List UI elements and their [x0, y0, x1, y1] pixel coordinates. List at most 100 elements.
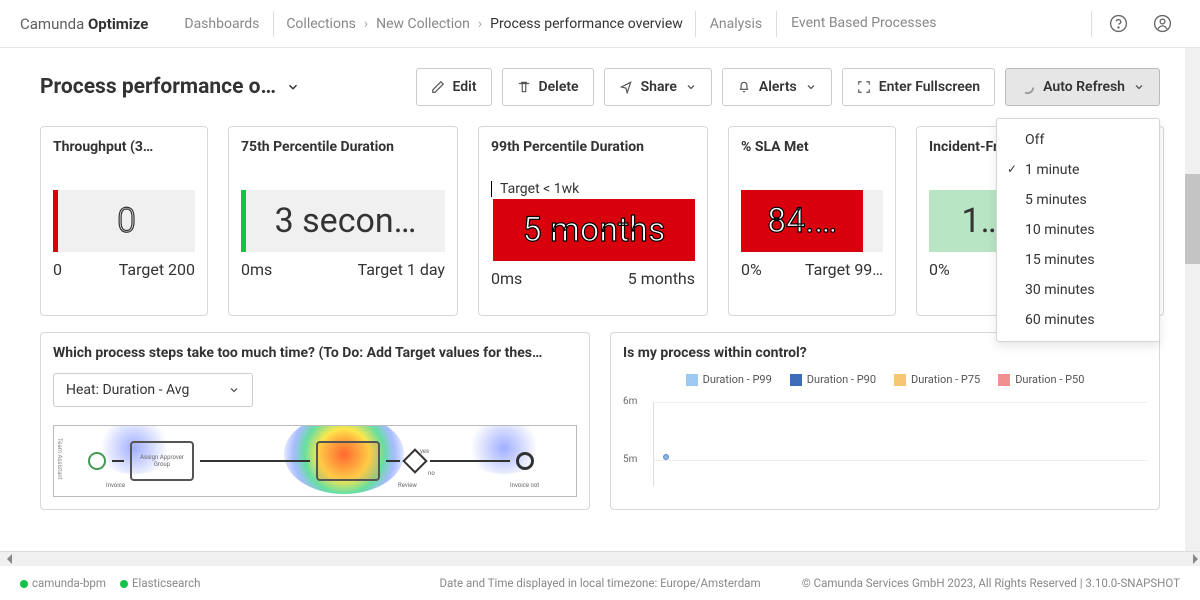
- chevron-down-icon: [228, 384, 240, 396]
- data-point: [663, 454, 669, 460]
- breadcrumb-root[interactable]: Collections: [286, 16, 356, 32]
- vertical-scrollbar[interactable]: [1185, 48, 1200, 551]
- nav-dashboards[interactable]: Dashboards: [170, 0, 273, 47]
- heatmap-panel[interactable]: Which process steps take too much time? …: [40, 332, 590, 510]
- trash-icon: [517, 80, 531, 94]
- chevron-right-icon: ›: [478, 16, 482, 32]
- panels-row: Which process steps take too much time? …: [40, 332, 1160, 510]
- dashboard-title-row[interactable]: Process performance o…: [40, 75, 406, 99]
- copyright-label: © Camunda Services GmbH 2023, All Rights…: [802, 576, 1180, 590]
- process-heatmap[interactable]: Team Assistant Invoice Assign Approver G…: [53, 425, 577, 497]
- kpi-bar: 5 months: [491, 199, 695, 261]
- kpi-range-right: Target 1 day: [358, 260, 445, 279]
- kpi-value: 5 months: [523, 210, 666, 250]
- nav-separator: [1091, 11, 1092, 37]
- kpi-cards-row: Throughput (3… 0 0 Target 200 75th Percen…: [40, 126, 1160, 316]
- refresh-option-10m[interactable]: 10 minutes: [997, 215, 1159, 245]
- status-bar: camunda-bpm Elasticsearch Date and Time …: [0, 566, 1200, 600]
- chevron-right-icon: ›: [364, 16, 368, 32]
- breadcrumb-current: Process performance overview: [490, 16, 683, 32]
- kpi-range-left: 0%: [741, 260, 762, 279]
- refresh-option-1m[interactable]: 1 minute: [997, 155, 1159, 185]
- logo: Camunda Optimize: [20, 15, 148, 33]
- y-tick: 6m: [623, 396, 637, 407]
- chevron-down-icon: [286, 80, 300, 94]
- legend-item: Duration - P90: [790, 373, 876, 386]
- kpi-card-p99[interactable]: 99th Percentile Duration Target < 1wk 5 …: [478, 126, 708, 316]
- chart-area: 6m 5m: [623, 396, 1147, 486]
- kpi-title: 99th Percentile Duration: [491, 139, 695, 155]
- top-nav: Dashboards Collections › New Collection …: [170, 0, 1091, 47]
- breadcrumb: Collections › New Collection › Process p…: [274, 16, 694, 32]
- refresh-option-60m[interactable]: 60 minutes: [997, 305, 1159, 335]
- status-elasticsearch: Elasticsearch: [120, 576, 201, 590]
- edit-button[interactable]: Edit: [416, 68, 492, 106]
- status-camunda: camunda-bpm: [20, 576, 106, 590]
- nav-analysis[interactable]: Analysis: [696, 0, 776, 47]
- auto-refresh-button[interactable]: Auto Refresh: [1005, 68, 1160, 106]
- timezone-label: Date and Time displayed in local timezon…: [439, 576, 760, 590]
- scrollbar-thumb[interactable]: [1185, 174, 1200, 264]
- end-event-icon: [516, 452, 534, 470]
- panel-title: Which process steps take too much time? …: [53, 345, 577, 361]
- lane-label: Team Assistant: [56, 438, 63, 480]
- kpi-range-right: Target 99…: [805, 260, 883, 279]
- pencil-icon: [431, 80, 445, 94]
- delete-button[interactable]: Delete: [502, 68, 594, 106]
- kpi-bar: 0: [53, 190, 195, 252]
- page-toolbar: Process performance o… Edit Delete Share…: [0, 48, 1200, 126]
- fullscreen-button[interactable]: Enter Fullscreen: [842, 68, 995, 106]
- spinner-icon: [1020, 80, 1035, 95]
- swatch: [894, 374, 906, 386]
- refresh-option-15m[interactable]: 15 minutes: [997, 245, 1159, 275]
- alerts-button[interactable]: Alerts: [722, 68, 832, 106]
- legend-item: Duration - P99: [686, 373, 772, 386]
- kpi-value: 0: [117, 201, 136, 241]
- kpi-title: % SLA Met: [741, 139, 883, 155]
- kpi-target-label: Target < 1wk: [491, 181, 695, 197]
- kpi-range-left: 0%: [929, 260, 950, 279]
- chevron-down-icon: [805, 81, 817, 93]
- kpi-bar: 84.…: [741, 190, 883, 252]
- task-node: [316, 441, 380, 481]
- bell-icon: [737, 80, 751, 94]
- horizontal-scrollbar[interactable]: [0, 551, 1200, 566]
- control-chart-panel[interactable]: Is my process within control? Duration -…: [610, 332, 1160, 510]
- status-dot-icon: [20, 580, 28, 588]
- dashboard-title: Process performance o…: [40, 75, 276, 99]
- kpi-range-right: Target 200: [119, 260, 195, 279]
- legend-item: Duration - P50: [998, 373, 1084, 386]
- start-event-icon: [88, 452, 106, 470]
- kpi-card-throughput[interactable]: Throughput (3… 0 0 Target 200: [40, 126, 208, 316]
- y-tick: 5m: [623, 454, 637, 465]
- share-icon: [619, 80, 633, 94]
- heatmap-metric-select[interactable]: Heat: Duration - Avg: [53, 373, 253, 407]
- kpi-range-left: 0ms: [491, 269, 522, 288]
- user-icon[interactable]: [1144, 6, 1180, 42]
- auto-refresh-dropdown: Off 1 minute 5 minutes 10 minutes 15 min…: [996, 118, 1160, 342]
- kpi-range-left: 0ms: [241, 260, 272, 279]
- fullscreen-icon: [857, 80, 871, 94]
- swatch: [790, 374, 802, 386]
- kpi-title: Throughput (3…: [53, 139, 195, 155]
- breadcrumb-collection[interactable]: New Collection: [376, 16, 470, 32]
- kpi-range-left: 0: [53, 260, 62, 279]
- status-dot-icon: [120, 580, 128, 588]
- kpi-title: 75th Percentile Duration: [241, 139, 445, 155]
- chart-legend: Duration - P99 Duration - P90 Duration -…: [623, 373, 1147, 386]
- kpi-card-sla[interactable]: % SLA Met 84.… 0% Target 99…: [728, 126, 896, 316]
- swatch: [686, 374, 698, 386]
- kpi-card-p75[interactable]: 75th Percentile Duration 3 secon… 0ms Tar…: [228, 126, 458, 316]
- refresh-option-off[interactable]: Off: [997, 125, 1159, 155]
- swatch: [998, 374, 1010, 386]
- help-icon[interactable]: [1100, 6, 1136, 42]
- share-button[interactable]: Share: [604, 68, 712, 106]
- kpi-value: 3 secon…: [275, 201, 417, 241]
- chevron-down-icon: [685, 81, 697, 93]
- kpi-range-right: 5 months: [628, 269, 695, 288]
- refresh-option-30m[interactable]: 30 minutes: [997, 275, 1159, 305]
- refresh-option-5m[interactable]: 5 minutes: [997, 185, 1159, 215]
- nav-event-based[interactable]: Event Based Processes: [777, 0, 950, 47]
- app-header: Camunda Optimize Dashboards Collections …: [0, 0, 1200, 48]
- chevron-down-icon: [1133, 81, 1145, 93]
